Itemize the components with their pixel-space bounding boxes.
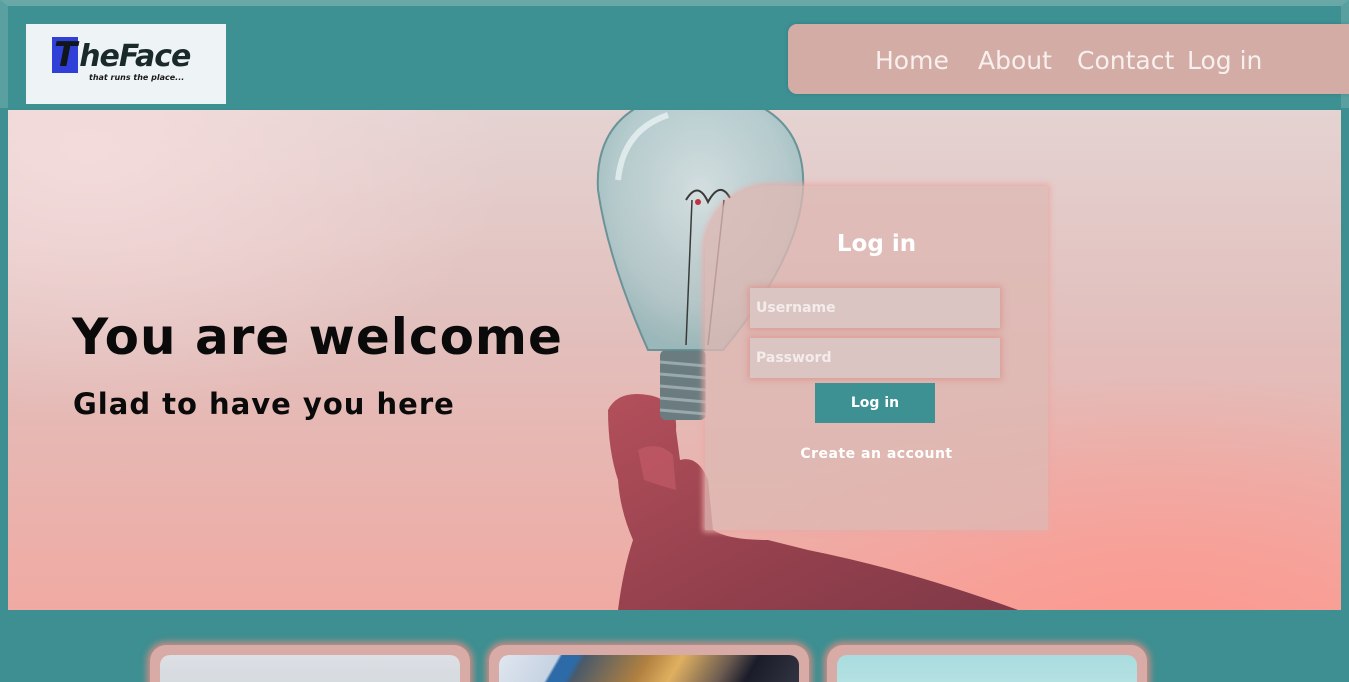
logo-mark: TheFace that runs the place...: [52, 37, 222, 89]
hero-subtitle: Glad to have you here: [73, 387, 455, 421]
logo-tagline: that runs the place...: [89, 73, 185, 82]
logo[interactable]: TheFace that runs the place...: [26, 24, 226, 104]
cards-row: [0, 610, 1349, 682]
logo-initial: T: [52, 35, 79, 75]
hero-title: You are welcome: [72, 308, 563, 366]
feature-card[interactable]: [827, 645, 1147, 682]
main-nav: Home About Contact Log in: [788, 24, 1349, 94]
logo-word: heFace: [79, 39, 191, 74]
nav-link-contact[interactable]: Contact: [1077, 46, 1174, 76]
logo-wordmark: TheFace: [52, 35, 191, 75]
feature-card[interactable]: [489, 645, 809, 682]
create-account-link[interactable]: Create an account: [705, 446, 1048, 462]
nav-link-home[interactable]: Home: [875, 46, 949, 76]
card-image: [160, 655, 460, 682]
nav-link-about[interactable]: About: [978, 46, 1052, 76]
card-image: [837, 655, 1137, 682]
login-button[interactable]: Log in: [815, 383, 935, 423]
hero-section: You are welcome Glad to have you here Lo…: [8, 110, 1341, 610]
login-title: Log in: [836, 231, 917, 257]
nav-link-login[interactable]: Log in: [1187, 46, 1262, 76]
login-form: Log in Log in Create an account: [705, 186, 1048, 530]
card-image: [499, 655, 799, 682]
username-input[interactable]: [750, 288, 1000, 328]
password-input[interactable]: [750, 338, 1000, 378]
feature-card[interactable]: [150, 645, 470, 682]
